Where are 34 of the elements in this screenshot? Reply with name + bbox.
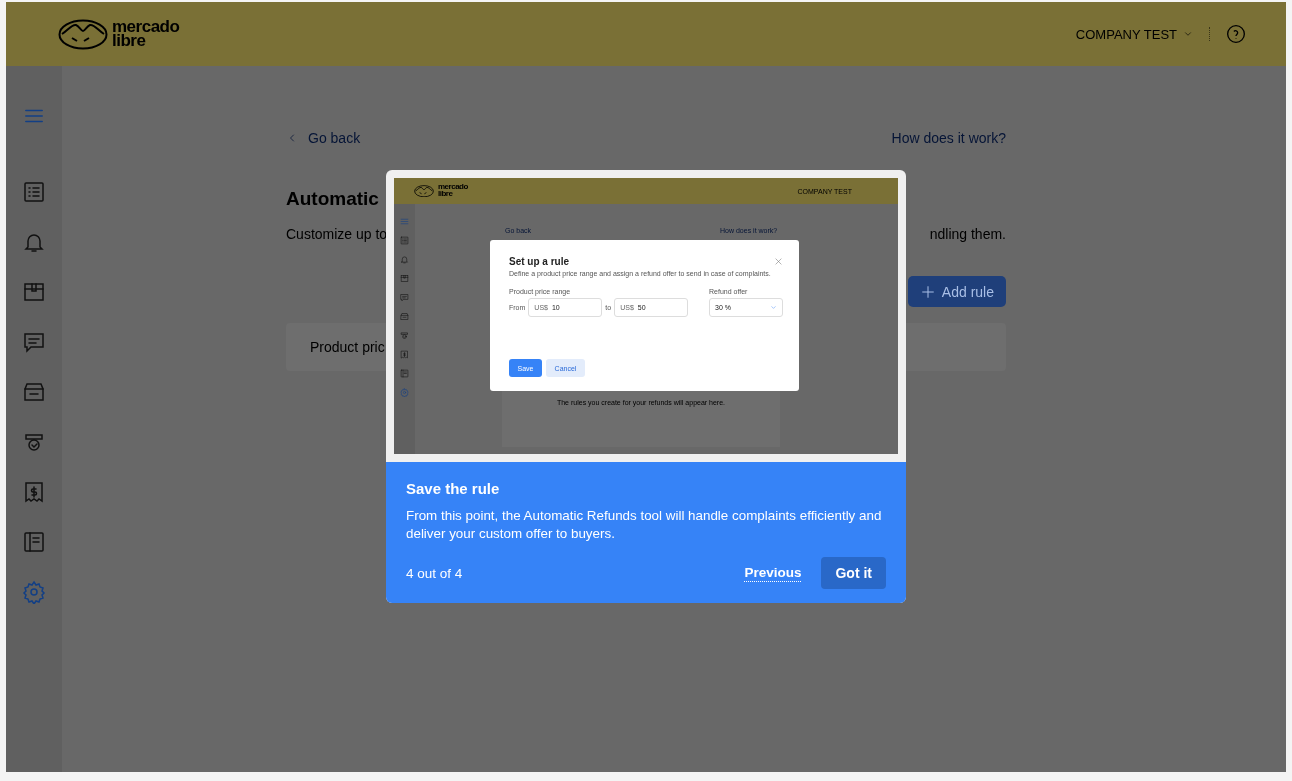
gear-icon[interactable] bbox=[400, 388, 409, 397]
logo-text: mercado libre bbox=[438, 184, 468, 198]
chevron-down-icon bbox=[1183, 29, 1193, 39]
help-icon[interactable] bbox=[1226, 24, 1246, 44]
close-icon[interactable] bbox=[774, 257, 783, 266]
plus-icon bbox=[919, 283, 936, 300]
got-it-button[interactable]: Got it bbox=[821, 557, 886, 589]
handshake-logo-icon bbox=[414, 184, 434, 198]
gear-icon[interactable] bbox=[20, 578, 48, 606]
logo-text: mercado libre bbox=[112, 19, 180, 49]
account-menu[interactable]: COMPANY TEST bbox=[1075, 26, 1193, 42]
receipt-icon[interactable] bbox=[400, 350, 409, 359]
tour-title: Save the rule bbox=[406, 480, 501, 497]
page-title: Automatic bbox=[286, 188, 379, 210]
handshake-logo-icon bbox=[58, 18, 108, 50]
badge-icon[interactable] bbox=[400, 331, 409, 340]
how-it-works-link[interactable]: How does it work? bbox=[891, 130, 1006, 146]
previous-button[interactable]: Previous bbox=[744, 564, 802, 582]
add-rule-button[interactable]: Add rule bbox=[907, 276, 1006, 307]
go-back-link[interactable]: Go back bbox=[286, 130, 361, 146]
box-icon[interactable] bbox=[400, 274, 409, 283]
step-counter: 4 out of 4 bbox=[406, 565, 464, 581]
bell-icon[interactable] bbox=[400, 255, 409, 264]
book-icon[interactable] bbox=[400, 369, 409, 378]
store-icon[interactable] bbox=[400, 312, 409, 321]
page-description: ndling them. bbox=[929, 226, 1006, 242]
page-description: Customize up to bbox=[286, 226, 388, 242]
tour-text: From this point, the Automatic Refunds tool will handle complaints efficiently and deliver your custom offer to buyers. bbox=[406, 507, 883, 543]
chat-icon[interactable] bbox=[400, 293, 409, 302]
chevron-down-icon bbox=[770, 304, 777, 311]
menu-icon[interactable] bbox=[400, 217, 409, 226]
column-header: Product pric bbox=[310, 339, 385, 355]
list-icon[interactable] bbox=[400, 236, 409, 245]
dialog-title: Set up a rule bbox=[509, 256, 569, 267]
